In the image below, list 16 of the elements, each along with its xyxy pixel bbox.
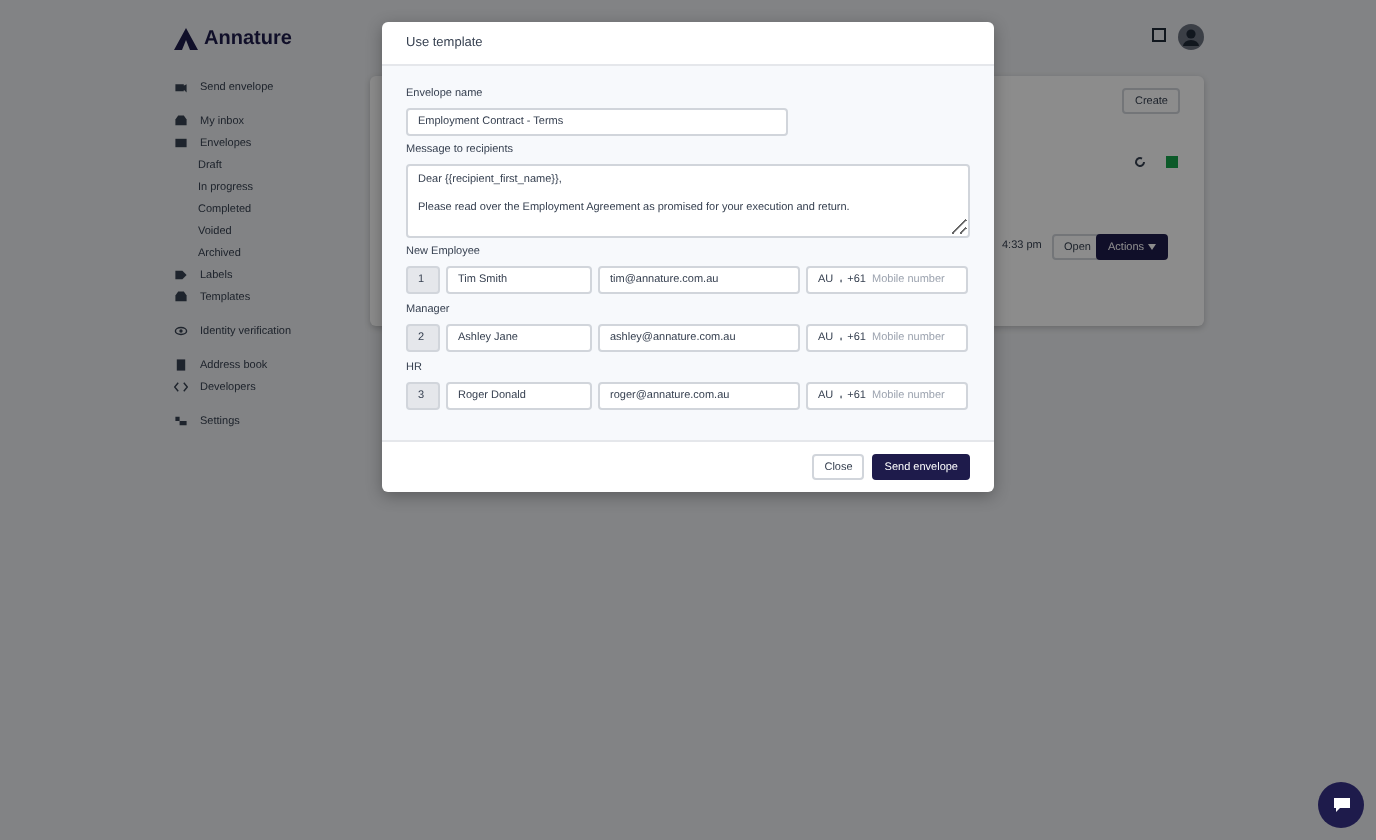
inbox-icon [174, 114, 188, 128]
logo-text: Annature [204, 28, 292, 50]
caret-icon [1147, 243, 1156, 249]
tray-icon [174, 290, 188, 304]
logo-icon [174, 28, 198, 50]
tag-icon [174, 268, 188, 282]
chat-icon [1331, 796, 1351, 814]
spreadsheet-icon [1166, 156, 1178, 168]
code-icon [174, 380, 188, 394]
eye-icon [174, 324, 188, 338]
grid-icon[interactable] [1152, 28, 1166, 42]
settings-icon [174, 414, 188, 428]
envelope-icon [174, 136, 188, 150]
book-icon [174, 358, 188, 372]
refresh-icon [1134, 156, 1146, 168]
avatar-icon[interactable] [1178, 24, 1204, 50]
